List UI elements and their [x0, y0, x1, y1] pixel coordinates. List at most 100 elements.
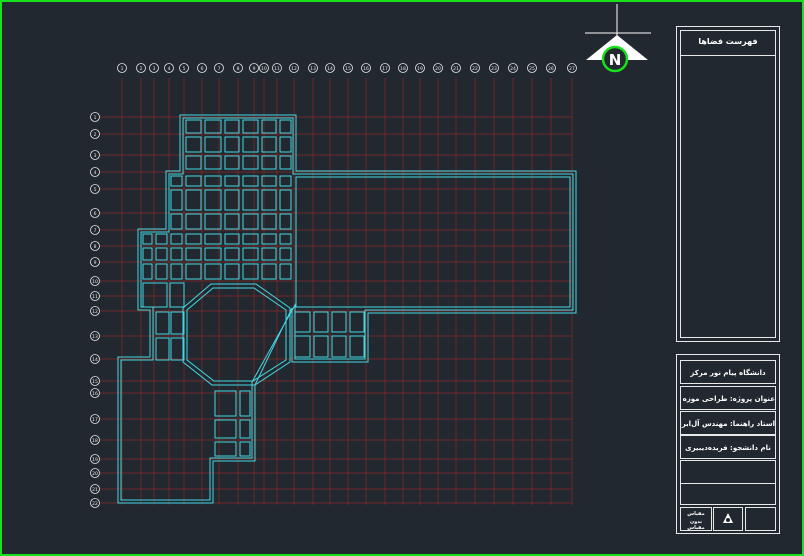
room-cell	[214, 419, 237, 439]
column-axis-label: 6	[201, 66, 204, 72]
row-axis-label: 7	[94, 228, 97, 234]
room-cell	[239, 441, 251, 457]
room-cell	[279, 136, 292, 153]
room-cell	[242, 213, 259, 230]
info-panel: دانشگاه پیام نور مرکز عنوان پروژه: طراحی…	[676, 354, 780, 534]
row-axis-label: 1	[94, 115, 97, 121]
room-cell	[239, 390, 251, 417]
room-cell	[170, 311, 185, 335]
room-cell	[242, 155, 259, 170]
row-axis-label: 22	[92, 501, 98, 507]
room-cell	[185, 263, 202, 280]
column-axis-label: 15	[345, 66, 351, 72]
professor-cell: استاد راهنما: مهندس آل‌ابراهیم	[680, 411, 776, 435]
room-cell	[204, 155, 222, 170]
column-axis-label: 20	[435, 66, 441, 72]
room-cell	[204, 213, 222, 230]
room-cell	[204, 247, 222, 261]
logo-cell	[713, 507, 743, 531]
column-axis-label: 1	[121, 66, 124, 72]
room-cell	[331, 335, 347, 358]
column-axis-label: 18	[400, 66, 406, 72]
column-axis-label: 7	[218, 66, 221, 72]
room-cell	[204, 233, 222, 245]
room-cell	[204, 136, 222, 153]
space-list-panel: فهرست فضاها	[676, 26, 780, 342]
row-axis-label: 20	[92, 471, 98, 477]
column-axis-label: 26	[548, 66, 554, 72]
room-cell	[155, 263, 168, 280]
column-axis-label: 12	[291, 66, 297, 72]
empty-cell-2	[680, 483, 776, 505]
row-axis-label: 2	[94, 132, 97, 138]
column-axis-label: 17	[382, 66, 388, 72]
row-axis-label: 17	[92, 417, 98, 423]
room-cell	[214, 390, 237, 417]
room-cell	[279, 119, 292, 134]
building-walls	[117, 114, 577, 504]
column-axis-label: 27	[569, 66, 575, 72]
row-axis-label: 11	[92, 294, 98, 300]
scale-cell: مقیاس بدون مقیاس	[680, 507, 712, 531]
column-axis-label: 8	[237, 66, 240, 72]
row-axis-label: 3	[94, 153, 97, 159]
row-axis-bubbles: 12345678910111213141516171819202122	[90, 112, 100, 508]
column-axis-label: 11	[274, 66, 280, 72]
room-cell	[279, 247, 292, 261]
room-cell	[185, 233, 202, 245]
room-cell	[279, 263, 292, 280]
room-cell	[155, 337, 170, 361]
row-axis-label: 16	[92, 391, 98, 397]
room-cell	[224, 136, 240, 153]
empty-cell-1	[680, 460, 776, 484]
room-cell	[331, 311, 347, 333]
room-cell	[224, 189, 240, 211]
room-cell	[185, 247, 202, 261]
scale-value: بدون مقیاس	[687, 519, 705, 531]
room-cell	[169, 282, 185, 308]
row-axis-label: 21	[92, 487, 98, 493]
row-axis-label: 13	[92, 334, 98, 340]
room-cell	[349, 335, 365, 358]
room-cell	[313, 335, 329, 358]
room-cell	[142, 247, 153, 261]
row-axis-label: 5	[94, 187, 97, 193]
column-axis-label: 9	[253, 66, 256, 72]
column-axis-label: 13	[310, 66, 316, 72]
column-axis-label: 23	[491, 66, 497, 72]
column-axis-label: 19	[417, 66, 423, 72]
column-axis-label: 16	[363, 66, 369, 72]
room-cell	[242, 175, 259, 187]
room-cell	[279, 175, 292, 187]
scale-label: مقیاس	[687, 511, 705, 517]
column-axis-label: 24	[510, 66, 516, 72]
room-cell	[204, 263, 222, 280]
room-cell	[204, 189, 222, 211]
room-cell	[224, 247, 240, 261]
room-cell	[279, 213, 292, 230]
room-cell	[155, 311, 170, 335]
building-outline	[117, 114, 577, 504]
room-cell	[239, 419, 251, 439]
room-cell	[204, 119, 222, 134]
room-cell	[279, 189, 292, 211]
room-cell	[142, 263, 153, 280]
room-cell	[155, 247, 168, 261]
room-cell	[170, 233, 183, 245]
project-title-cell: عنوان پروژه: طراحی موزه فرش	[680, 386, 776, 410]
column-axis-label: 2	[140, 66, 143, 72]
column-axis-label: 10	[261, 66, 267, 72]
room-cell	[294, 335, 311, 358]
room-cell	[242, 233, 259, 245]
room-cell	[242, 263, 259, 280]
column-axis-label: 25	[529, 66, 535, 72]
row-axis-label: 19	[92, 457, 98, 463]
room-cell	[279, 155, 292, 170]
room-cell	[170, 337, 185, 361]
room-cell	[224, 263, 240, 280]
room-cell	[294, 311, 311, 333]
room-cell	[170, 175, 183, 187]
room-cell	[185, 136, 202, 153]
room-cell	[185, 213, 202, 230]
space-list-title: فهرست فضاها	[698, 37, 758, 46]
